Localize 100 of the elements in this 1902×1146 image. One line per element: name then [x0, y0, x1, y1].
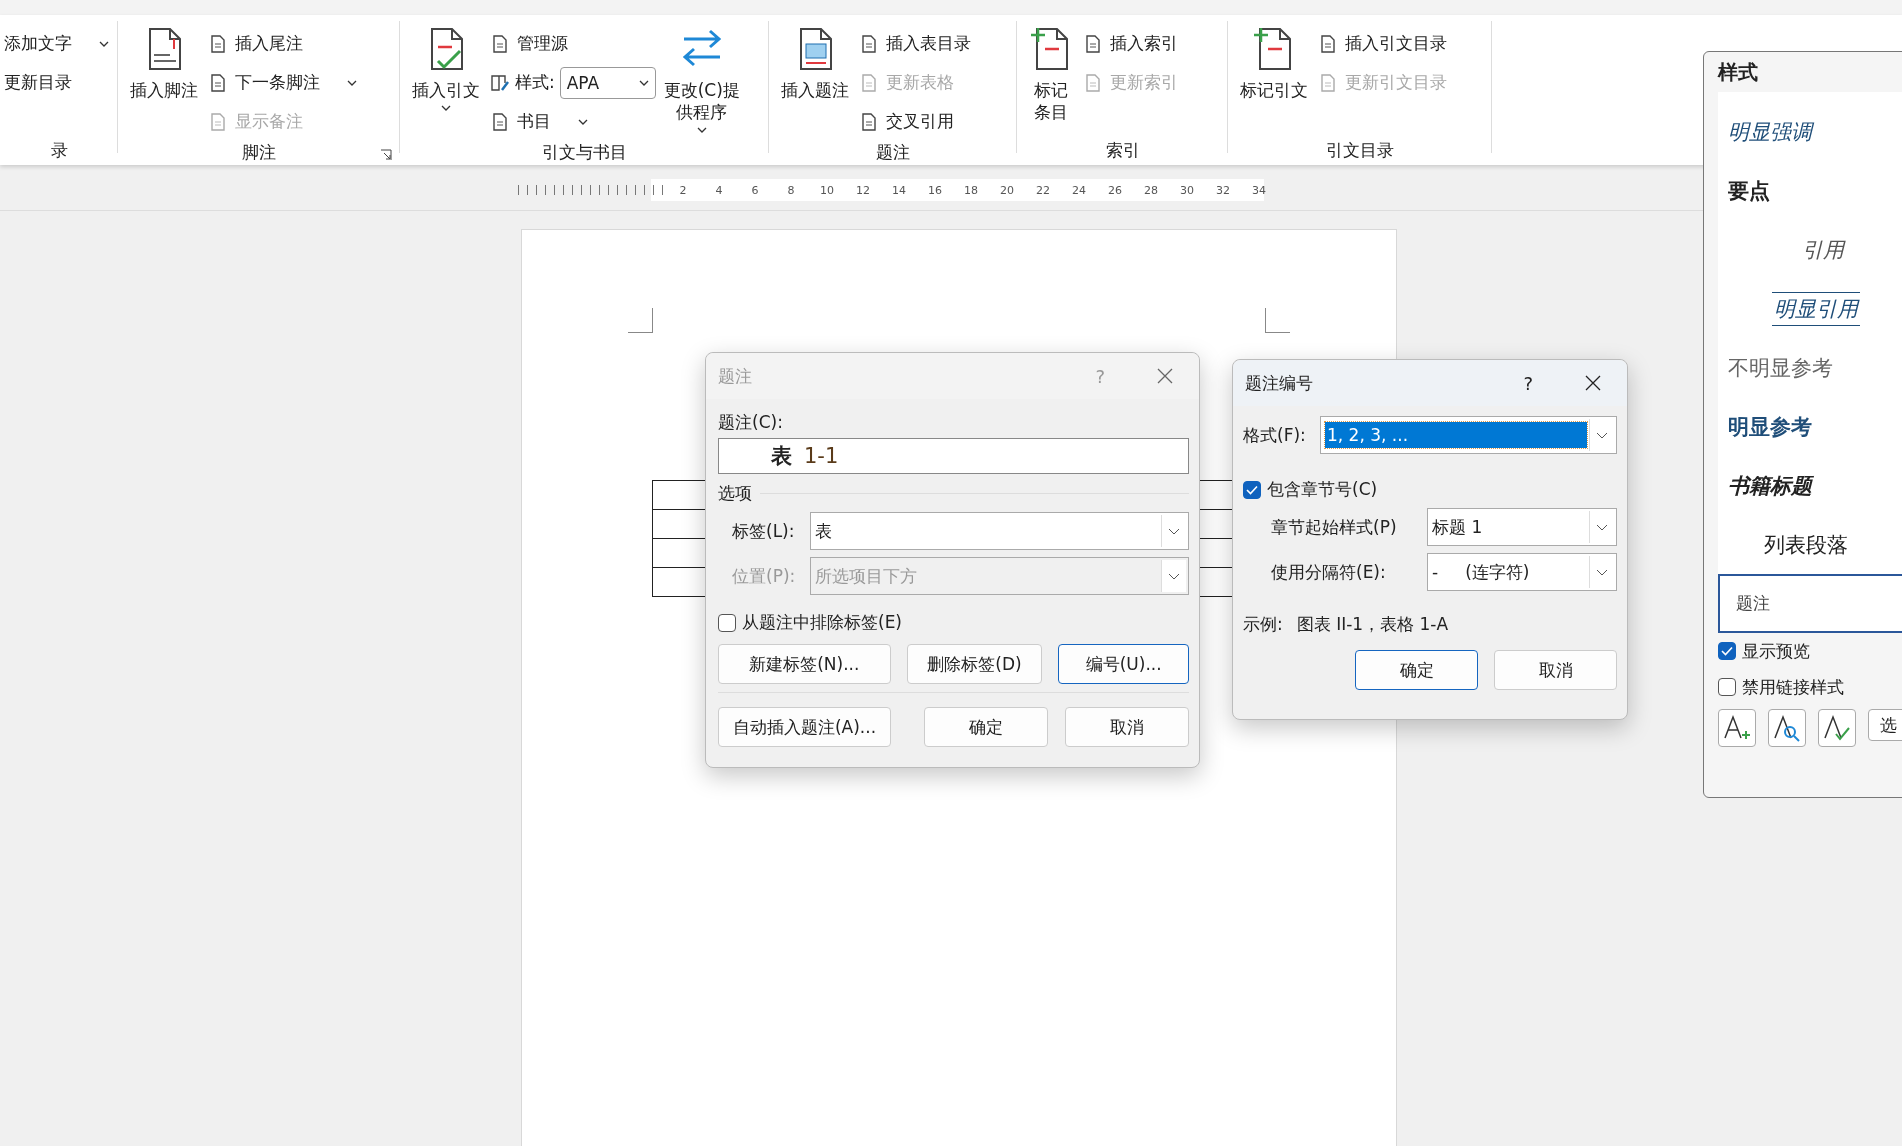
ruler-number: 32	[1215, 183, 1231, 197]
dialog-button[interactable]: 确定	[924, 707, 1048, 747]
close-icon[interactable]	[1585, 375, 1601, 391]
ribbon-button[interactable]: 交叉引用	[857, 103, 973, 140]
chevron-down-icon	[1168, 572, 1180, 580]
style-item[interactable]: 明显参考	[1718, 397, 1902, 456]
ruler-number: 30	[1179, 183, 1195, 197]
document-icon	[208, 111, 228, 132]
dialog-launcher-icon[interactable]	[380, 149, 392, 161]
checkbox[interactable]	[1718, 642, 1736, 660]
caption-field[interactable]: 表 1-1	[718, 438, 1189, 474]
document-icon	[490, 33, 510, 54]
checkmark-icon	[1721, 646, 1733, 656]
dialog-button[interactable]: 自动插入题注(A)...	[718, 707, 891, 747]
style-item[interactable]: 不明显参考	[1718, 338, 1902, 397]
style-item[interactable]: 明显强调	[1718, 102, 1902, 161]
ribbon-button[interactable]: 插入引文目录	[1316, 25, 1449, 62]
document-icon	[859, 33, 879, 54]
ruler-number: 20	[999, 183, 1015, 197]
checkbox[interactable]	[1243, 480, 1261, 499]
ribbon-button[interactable]: 更改(C)提 供程序	[661, 19, 742, 140]
style-item[interactable]: 要点	[1718, 161, 1902, 220]
field-label: 标签(L):	[732, 519, 796, 543]
ruler-number: 18	[963, 183, 979, 197]
group-label: 录	[50, 138, 68, 162]
ruler-number: 14	[891, 183, 907, 197]
document-icon	[208, 33, 228, 54]
dialog-button[interactable]: 新建标签(N)...	[718, 644, 891, 684]
dialog-button[interactable]: 取消	[1494, 650, 1617, 690]
options-button[interactable]: 选	[1868, 709, 1902, 741]
document-icon	[859, 111, 879, 132]
field-label: 位置(P):	[732, 564, 797, 588]
checkbox[interactable]	[718, 613, 736, 632]
style-dropdown[interactable]: APA	[559, 66, 656, 99]
dialog-button[interactable]: 编号(U)...	[1058, 644, 1189, 684]
ruler-number: 26	[1107, 183, 1123, 197]
field-label: 使用分隔符(E):	[1271, 560, 1387, 584]
ruler-number: 10	[819, 183, 835, 197]
chevron-down-icon	[1168, 527, 1180, 535]
style-item[interactable]: 引用	[1718, 220, 1902, 279]
checkbox-label: 从题注中排除标签(E)	[742, 611, 902, 634]
dropdown-field[interactable]: 表	[810, 512, 1189, 550]
ribbon-button[interactable]: 更新目录	[2, 64, 111, 101]
ruler-number: 22	[1035, 183, 1051, 197]
chevron-down-icon	[638, 79, 649, 86]
dropdown-field[interactable]: - (连字符)	[1427, 553, 1617, 591]
style-inspector-icon[interactable]	[1768, 709, 1806, 747]
document-icon	[1083, 72, 1103, 93]
manage-styles-icon[interactable]	[1818, 709, 1856, 747]
ribbon-button[interactable]: 下一条脚注	[206, 64, 359, 101]
chevron-down-icon	[1596, 568, 1608, 576]
ruler-number: 8	[786, 183, 796, 197]
checkbox-label: 禁用链接样式	[1742, 675, 1844, 699]
ruler-number: 2	[678, 183, 688, 197]
section-heading: 选项	[718, 482, 752, 505]
example-text: 图表 II-1，表格 1-A	[1296, 613, 1449, 636]
checkbox[interactable]	[1718, 678, 1736, 696]
dialog-title: 题注编号	[1245, 371, 1314, 395]
style-item[interactable]: 书籍标题	[1718, 456, 1902, 515]
example-label: 示例:	[1243, 613, 1283, 636]
dropdown-field[interactable]: 标题 1	[1427, 508, 1617, 546]
ribbon-button[interactable]: 标记引文	[1238, 19, 1310, 135]
chevron-down-icon	[1596, 431, 1608, 439]
new-style-icon[interactable]	[1718, 709, 1756, 747]
dialog-button[interactable]: 取消	[1065, 707, 1189, 747]
ribbon-button[interactable]: 插入表目录	[857, 25, 973, 62]
checkbox-label: 包含章节号(C)	[1267, 478, 1378, 501]
document-icon	[1083, 33, 1103, 54]
document-icon	[1318, 72, 1338, 93]
dialog-button[interactable]: 删除标签(D)	[906, 644, 1043, 684]
checkbox-label: 显示预览	[1742, 639, 1810, 663]
group-label: 脚注	[242, 141, 276, 164]
caret-icon	[347, 79, 357, 86]
margin-mark	[628, 308, 653, 333]
ruler-number: 24	[1071, 183, 1087, 197]
ribbon-button[interactable]: 管理源	[488, 25, 656, 62]
ribbon-button[interactable]: 插入脚注	[128, 19, 200, 140]
dialog-button[interactable]: 确定	[1355, 650, 1478, 690]
style-item[interactable]: 列表段落	[1718, 515, 1902, 574]
group-label: 引文与书目	[542, 141, 627, 164]
format-dropdown[interactable]: 1, 2, 3, ...	[1320, 416, 1617, 454]
ribbon-button[interactable]: 标记 条目	[1027, 19, 1075, 135]
group-label: 索引	[1105, 138, 1140, 162]
ribbon-button[interactable]: 插入引文	[410, 19, 482, 140]
style-item[interactable]: 题注	[1718, 574, 1902, 633]
document-icon	[490, 111, 510, 132]
style-label: 样式:	[515, 71, 555, 94]
ribbon-button[interactable]: 添加文字	[2, 25, 111, 62]
ribbon-button[interactable]: 插入题注	[779, 19, 851, 140]
group-label: 引文目录	[1326, 138, 1394, 162]
ribbon-button[interactable]: 书目	[488, 103, 656, 140]
field-label: 题注(C):	[718, 411, 784, 434]
checkmark-icon	[1246, 484, 1258, 495]
dialog-title: 题注	[718, 364, 753, 388]
style-item[interactable]: 明显引用	[1718, 279, 1902, 338]
chevron-down-icon	[1596, 523, 1608, 531]
ribbon-button[interactable]: 插入尾注	[206, 25, 359, 62]
document-icon	[859, 72, 879, 93]
help-button[interactable]: ?	[1523, 372, 1533, 394]
ribbon-button[interactable]: 插入索引	[1081, 25, 1180, 62]
